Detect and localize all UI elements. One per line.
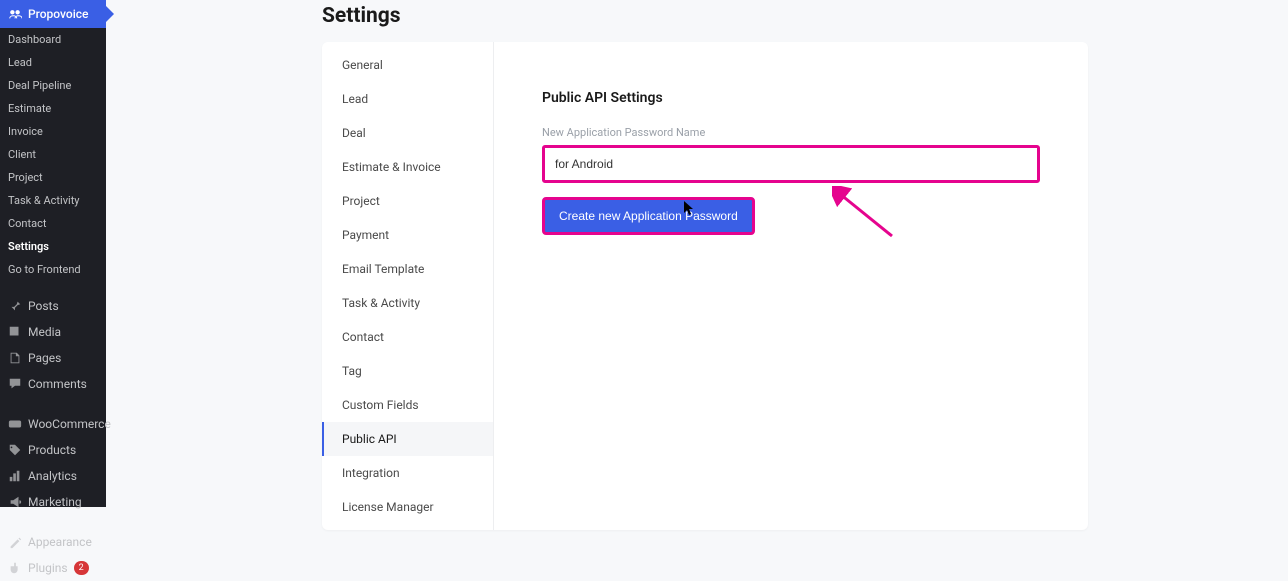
sidebar-item-contact[interactable]: Contact <box>0 212 106 235</box>
sidebar-item-posts[interactable]: Posts <box>0 293 106 319</box>
tab-project[interactable]: Project <box>322 184 493 218</box>
sidebar-item-label: Pages <box>28 351 61 365</box>
sidebar-item-woocommerce[interactable]: WooCommerce <box>0 411 106 437</box>
plugin-icon <box>8 561 22 575</box>
sidebar-item-comments[interactable]: Comments <box>0 371 106 397</box>
brand-header[interactable]: Propovoice <box>0 0 106 28</box>
tab-lead[interactable]: Lead <box>322 82 493 116</box>
sidebar-item-label: Plugins <box>28 561 68 575</box>
tab-custom-fields[interactable]: Custom Fields <box>322 388 493 422</box>
tab-estimate-invoice[interactable]: Estimate & Invoice <box>322 150 493 184</box>
appearance-icon <box>8 535 22 549</box>
comment-icon <box>8 377 22 391</box>
sidebar-item-label: WooCommerce <box>28 417 111 431</box>
tab-task-activity[interactable]: Task & Activity <box>322 286 493 320</box>
sidebar-item-label: Appearance <box>28 535 92 549</box>
main-content: Settings GeneralLeadDealEstimate & Invoi… <box>106 0 1288 507</box>
tab-general[interactable]: General <box>322 48 493 82</box>
password-name-label: New Application Password Name <box>542 126 1040 139</box>
settings-content: Public API Settings New Application Pass… <box>494 42 1088 530</box>
tab-deal[interactable]: Deal <box>322 116 493 150</box>
sidebar-item-dashboard[interactable]: Dashboard <box>0 28 106 51</box>
sidebar-item-frontend[interactable]: Go to Frontend <box>0 258 106 281</box>
woo-icon <box>8 417 22 431</box>
pages-icon <box>8 351 22 365</box>
sidebar-top-group: DashboardLeadDeal PipelineEstimateInvoic… <box>0 28 106 281</box>
sidebar-item-products[interactable]: Products <box>0 437 106 463</box>
sidebar-item-label: Posts <box>28 299 59 313</box>
page-title: Settings <box>322 0 1288 42</box>
sidebar-item-label: Comments <box>28 377 87 391</box>
sidebar-item-appearance[interactable]: Appearance <box>0 529 106 555</box>
settings-panel: GeneralLeadDealEstimate & InvoiceProject… <box>322 42 1088 530</box>
sidebar-main-group: Posts Media Pages Comments WooCommerce Produc… <box>0 293 106 581</box>
tab-payment[interactable]: Payment <box>322 218 493 252</box>
tab-email-template[interactable]: Email Template <box>322 252 493 286</box>
sidebar-item-label: Analytics <box>28 469 77 483</box>
sidebar-item-settings[interactable]: Settings <box>0 235 106 258</box>
sidebar-item-marketing[interactable]: Marketing <box>0 489 106 515</box>
tab-license-manager[interactable]: License Manager <box>322 490 493 524</box>
update-badge: 2 <box>74 561 89 575</box>
sidebar-item-invoice[interactable]: Invoice <box>0 120 106 143</box>
sidebar-item-plugins[interactable]: Plugins 2 <box>0 555 106 581</box>
settings-tabs: GeneralLeadDealEstimate & InvoiceProject… <box>322 42 494 530</box>
brand-label: Propovoice <box>28 7 88 21</box>
tab-tag[interactable]: Tag <box>322 354 493 388</box>
create-password-button[interactable]: Create new Application Password <box>542 197 755 235</box>
sidebar-item-project[interactable]: Project <box>0 166 106 189</box>
sidebar-item-task-activity[interactable]: Task & Activity <box>0 189 106 212</box>
tab-public-api[interactable]: Public API <box>322 422 493 456</box>
sidebar-item-pages[interactable]: Pages <box>0 345 106 371</box>
password-name-input[interactable] <box>542 145 1040 183</box>
sidebar-item-label: Products <box>28 443 76 457</box>
content-title: Public API Settings <box>542 90 1040 106</box>
sidebar-item-analytics[interactable]: Analytics <box>0 463 106 489</box>
sidebar-item-lead[interactable]: Lead <box>0 51 106 74</box>
media-icon <box>8 325 22 339</box>
product-icon <box>8 443 22 457</box>
tab-integration[interactable]: Integration <box>322 456 493 490</box>
sidebar-item-deal-pipeline[interactable]: Deal Pipeline <box>0 74 106 97</box>
brand-icon <box>8 7 22 21</box>
admin-sidebar: Propovoice DashboardLeadDeal PipelineEst… <box>0 0 106 507</box>
pin-icon <box>8 299 22 313</box>
sidebar-item-media[interactable]: Media <box>0 319 106 345</box>
analytics-icon <box>8 469 22 483</box>
sidebar-item-label: Media <box>28 325 61 339</box>
sidebar-item-estimate[interactable]: Estimate <box>0 97 106 120</box>
sidebar-item-client[interactable]: Client <box>0 143 106 166</box>
tab-contact[interactable]: Contact <box>322 320 493 354</box>
